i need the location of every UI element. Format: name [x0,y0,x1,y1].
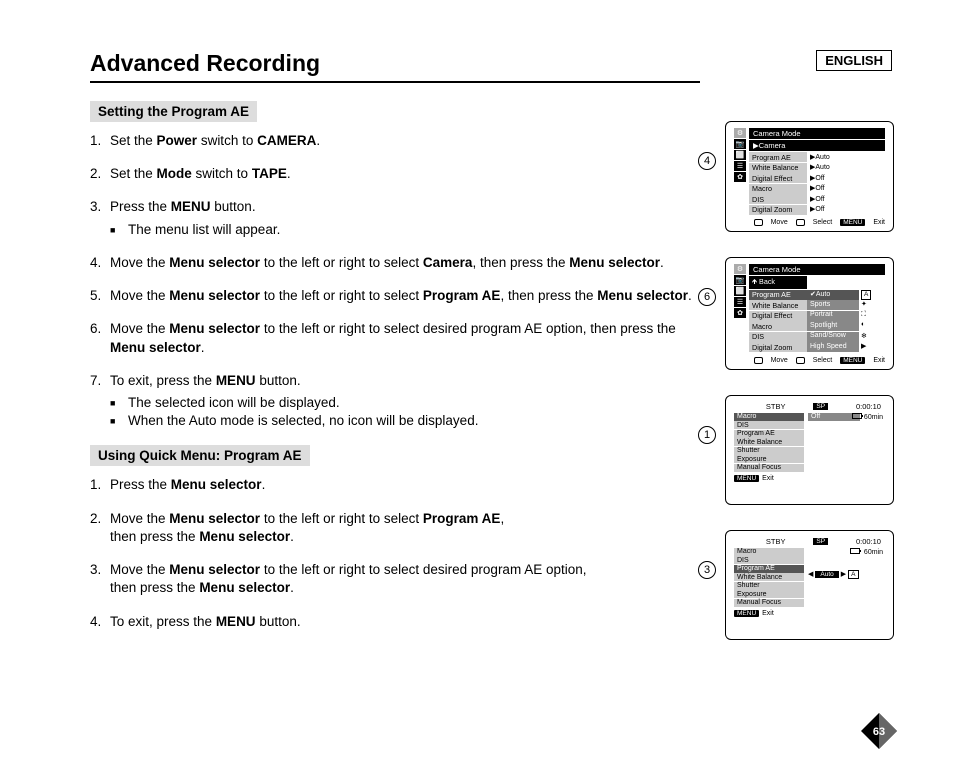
main-text-column: Setting the Program AE Set the Power swi… [90,101,700,665]
diagram-number: 4 [698,152,716,170]
stby-label: STBY [766,402,786,411]
svg-text:63: 63 [873,726,885,738]
sp-chip: SP [813,403,828,410]
diagram-4: 4 ⚙📷⬜☰✿ Camera Mode ▶Camera Program AE▶A… [725,121,894,232]
menu-header: Camera Mode [749,128,885,139]
exit-footer: MENUExit [734,610,885,617]
quick-menu-item: DIS [734,421,804,429]
menu-icon-column: ⚙📷⬜☰✿ [734,264,746,353]
selected-value: Auto [815,571,838,578]
diagram-3: 3 STBY SP 0:00:10 MacroDISProgram AEWhit… [725,530,894,640]
quick-menu-item: Macro [734,548,804,556]
step-item: Move the Menu selector to the left or ri… [90,561,700,597]
menu-row: Program AE✔AutoA [749,290,885,300]
step-item: Move the Menu selector to the left or ri… [90,510,700,546]
move-icon [754,357,763,364]
select-icon [796,357,805,364]
time-label: 0:00:10 [856,402,881,411]
menu-row: Program AE▶Auto [749,152,885,162]
steps-list-2: Press the Menu selector. Move the Menu se… [90,476,700,630]
battery-icon [852,413,862,419]
quick-menu-item: Exposure [734,590,804,598]
menu-row: Digital Zoom▶Off [749,205,885,215]
remain-label: 60min [864,414,883,421]
quick-menu-item: Shutter [734,447,804,455]
remain-label: 60min [864,549,883,556]
time-label: 0:00:10 [856,537,881,546]
quick-menu-item: Macro [734,413,804,421]
quick-menu-item: Manual Focus [734,464,804,472]
step-item: Set the Mode switch to TAPE. [90,165,700,183]
page-title: Advanced Recording [90,50,700,83]
menu-row: Digital ZoomHigh Speed▶ [749,342,885,352]
step-item: To exit, press the MENU button.The selec… [90,372,700,431]
menu-chip: MENU [840,219,865,226]
step-item: Move the Menu selector to the left or ri… [90,287,700,305]
menu-icon-column: ⚙📷⬜☰✿ [734,128,746,215]
quick-menu-item: Shutter [734,582,804,590]
language-label: ENGLISH [816,50,892,71]
menu-row: DIS▶Off [749,194,885,204]
step-item: Move the Menu selector to the left or ri… [90,320,700,356]
section-header-quickmenu: Using Quick Menu: Program AE [90,445,310,466]
back-row: 🡹 Back [749,276,807,289]
diagram-footer: Move Select MENUExit [734,219,885,226]
step-item: Press the MENU button.The menu list will… [90,198,700,238]
battery-icon [850,548,860,554]
diagram-number: 1 [698,426,716,444]
menu-row: DISSand/Snow❄ [749,332,885,342]
quick-menu-list: MacroDISProgram AEWhite BalanceShutterEx… [734,413,804,473]
step-item: To exit, press the MENU button. [90,613,700,631]
step-item: Set the Power switch to CAMERA. [90,132,700,150]
select-icon [796,219,805,226]
section-header-setting: Setting the Program AE [90,101,257,122]
move-icon [754,219,763,226]
stby-label: STBY [766,537,786,546]
steps-list-1: Set the Power switch to CAMERA. Set the M… [90,132,700,430]
menu-chip: MENU [840,357,865,364]
diagram-6: 6 ⚙📷⬜☰✿ Camera Mode 🡹 Back Program AE✔Au… [725,257,894,370]
step-item: Move the Menu selector to the left or ri… [90,254,700,272]
menu-row: White Balance▶Auto [749,163,885,173]
menu-subheader: ▶Camera [749,140,885,151]
diagram-1: 1 STBY SP 0:00:10 MacroDISProgram AEWhit… [725,395,894,505]
quick-menu-item: Program AE [734,565,804,573]
exit-footer: MENUExit [734,475,885,482]
mode-badge: A [848,570,858,579]
diagram-footer: Move Select MENUExit [734,357,885,364]
step-sub-item: The selected icon will be displayed. [110,394,700,412]
menu-row: Digital EffectPortrait⛶ [749,311,885,321]
quick-menu-item: Program AE [734,430,804,438]
menu-row: White BalanceSports✦ [749,300,885,310]
step-item: Press the Menu selector. [90,476,700,494]
diagram-number: 6 [698,288,716,306]
diagram-number: 3 [698,561,716,579]
sp-chip: SP [813,538,828,545]
quick-menu-item: DIS [734,556,804,564]
step-sub-item: When the Auto mode is selected, no icon … [110,412,700,430]
quick-menu-item: White Balance [734,573,804,581]
step-sub-item: The menu list will appear. [110,221,700,239]
menu-row: MacroSpotlight◐ [749,321,885,331]
quick-menu-item: Manual Focus [734,599,804,607]
menu-row: Macro▶Off [749,184,885,194]
menu-header: Camera Mode [749,264,885,275]
quick-menu-list: MacroDISProgram AEWhite BalanceShutterEx… [734,548,804,608]
diagram-column: 4 ⚙📷⬜☰✿ Camera Mode ▶Camera Program AE▶A… [700,101,894,665]
menu-row: Digital Effect▶Off [749,173,885,183]
quick-menu-item: Exposure [734,455,804,463]
quick-menu-item: White Balance [734,438,804,446]
page-number-badge: 63 [859,711,899,751]
